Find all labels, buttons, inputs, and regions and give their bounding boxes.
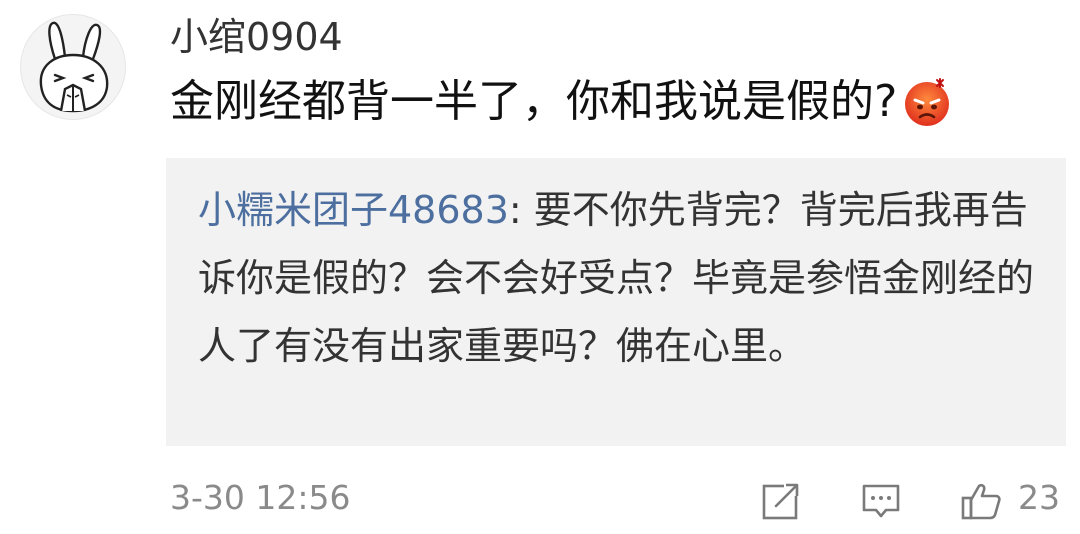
thumbs-up-icon[interactable] [960, 480, 1002, 522]
reply-author[interactable]: 小糯米团子48683 [198, 188, 509, 232]
comment-body: 金刚经都背一半了，你和我说是假的? [170, 72, 953, 132]
share-icon[interactable] [760, 480, 802, 522]
comment-footer: 3-30 12:56 23 [170, 474, 1070, 526]
comment-username[interactable]: 小绾0904 [170, 12, 343, 62]
comment-icon[interactable] [860, 480, 902, 522]
bunny-avatar-icon [39, 21, 109, 113]
comment-text: 金刚经都背一半了，你和我说是假的? [170, 76, 898, 127]
angry-face-icon [901, 76, 953, 128]
avatar[interactable] [20, 14, 126, 120]
reply-content: 小糯米团子48683: 要不你先背完？背完后我再告诉你是假的？会不会好受点？毕竟… [198, 176, 1036, 380]
timestamp: 3-30 12:56 [170, 478, 351, 517]
reply-block: 小糯米团子48683: 要不你先背完？背完后我再告诉你是假的？会不会好受点？毕竟… [166, 158, 1066, 446]
reply-separator: : [508, 188, 534, 232]
like-count: 23 [1018, 478, 1060, 517]
